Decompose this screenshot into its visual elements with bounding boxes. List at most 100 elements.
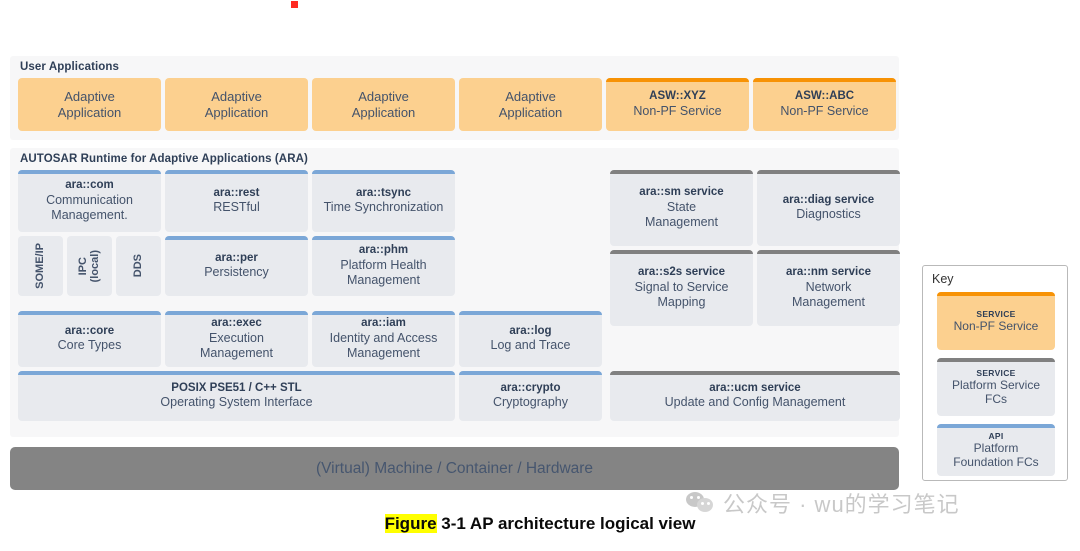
hardware-layer-label: (Virtual) Machine / Container / Hardware [315, 459, 594, 477]
nonpf-accent-bar [753, 78, 896, 82]
key-item-kind: API [988, 430, 1004, 441]
key-item-non-pf-service: SERVICE Non-PF Service [937, 292, 1055, 350]
app-box-adaptive-application: Adaptive Application [18, 78, 161, 131]
box-subtitle-line: Management [347, 345, 420, 360]
box-subtitle-line: Non-PF Service [633, 103, 722, 118]
box-title: ara::ucm service [709, 381, 801, 394]
ara-box-ara-exec: ara::exec Execution Management [165, 311, 308, 367]
api-accent-bar [459, 371, 602, 375]
api-accent-bar [165, 236, 308, 240]
box-title: ASW::XYZ [649, 90, 706, 103]
ara-box-dds: DDS [116, 236, 161, 296]
box-subtitle-line: Management [792, 294, 865, 309]
key-item-kind: SERVICE [976, 367, 1016, 378]
service-accent-bar [610, 371, 900, 375]
key-legend-title: Key [932, 272, 954, 286]
box-subtitle-line: Persistency [204, 265, 269, 280]
ara-box-ara-iam: ara::iam Identity and Access Management [312, 311, 455, 367]
box-subtitle-line: Signal to Service [634, 280, 729, 295]
box-title: ara::core [64, 324, 115, 337]
box-subtitle-line: Adaptive [505, 89, 556, 105]
box-subtitle-line: Network [805, 280, 852, 295]
box-subtitle-line: Cryptography [492, 395, 569, 410]
key-item-kind: SERVICE [976, 308, 1016, 319]
key-legend: Key SERVICE Non-PF Service SERVICE Platform… [922, 265, 1068, 481]
box-subtitle-line: Management [200, 345, 273, 360]
ara-box-ara-ucm-service: ara::ucm service Update and Config Manage… [610, 371, 900, 421]
ara-box-ara-diag-service: ara::diag service Diagnostics [757, 170, 900, 246]
box-subtitle-line: Time Synchronization [323, 200, 444, 215]
api-accent-bar [18, 170, 161, 174]
app-box-adaptive-application: Adaptive Application [165, 78, 308, 131]
box-title: POSIX PSE51 / C++ STL [171, 381, 302, 394]
box-title: IPC (local) [77, 249, 102, 283]
architecture-diagram: User Applications AUTOSAR Runtime for Ad… [10, 56, 900, 437]
key-item-label-line: FCs [985, 392, 1007, 407]
service-accent-bar [610, 170, 753, 174]
ara-box-ara-phm: ara::phm Platform Health Management [312, 236, 455, 296]
app-box-asw-xyz: ASW::XYZ Non-PF Service [606, 78, 749, 131]
service-accent-bar [610, 250, 753, 254]
app-box-adaptive-application: Adaptive Application [459, 78, 602, 131]
ara-box-ara-rest: ara::rest RESTful [165, 170, 308, 232]
box-subtitle-line: Management [645, 214, 718, 229]
ara-box-ara-log: ara::log Log and Trace [459, 311, 602, 367]
box-subtitle-line: Core Types [57, 338, 122, 353]
nonpf-accent-bar [606, 78, 749, 82]
hardware-layer-bar: (Virtual) Machine / Container / Hardware [10, 447, 899, 490]
box-title: ara::iam [361, 317, 406, 330]
box-title: ara::tsync [356, 186, 411, 199]
box-subtitle-line: RESTful [213, 200, 260, 215]
box-subtitle-line: Management [347, 272, 420, 287]
box-title: ara::diag service [782, 193, 875, 206]
ara-box-ipc-local: IPC (local) [67, 236, 112, 296]
box-subtitle-line: Management. [51, 207, 128, 222]
api-accent-bar [18, 371, 455, 375]
key-item-label-line: Non-PF Service [953, 318, 1039, 333]
box-title: ara::crypto [500, 381, 561, 394]
ara-box-ara-nm-service: ara::nm service Network Management [757, 250, 900, 326]
app-box-adaptive-application: Adaptive Application [312, 78, 455, 131]
box-title: ara::log [509, 324, 552, 337]
box-title: ara::rest [213, 186, 260, 199]
ara-box-ara-tsync: ara::tsync Time Synchronization [312, 170, 455, 232]
box-title: ara::nm service [785, 266, 872, 279]
key-item-label-line: Foundation FCs [953, 455, 1039, 470]
box-title: ara::exec [211, 317, 262, 330]
key-item-platform-service-fcs: SERVICE Platform Service FCs [937, 358, 1055, 416]
api-accent-bar [18, 311, 161, 315]
box-subtitle-line: Application [57, 104, 122, 120]
ara-box-ara-per: ara::per Persistency [165, 236, 308, 296]
red-artifact-mark [291, 1, 298, 8]
api-accent-bar [312, 236, 455, 240]
figure-caption-rest: 3-1 AP architecture logical view [436, 514, 696, 533]
ara-box-ara-crypto: ara::crypto Cryptography [459, 371, 602, 421]
api-accent-bar [165, 311, 308, 315]
ara-title: AUTOSAR Runtime for Adaptive Application… [20, 153, 308, 165]
ara-box-posix-pse51-c-stl: POSIX PSE51 / C++ STL Operating System In… [18, 371, 455, 421]
api-accent-bar [937, 424, 1055, 428]
ara-box-ara-core: ara::core Core Types [18, 311, 161, 367]
wechat-icon [686, 491, 716, 515]
ara-box-ara-sm-service: ara::sm service State Management [610, 170, 753, 246]
box-title: ASW::ABC [794, 90, 855, 103]
box-subtitle-line: Execution [209, 331, 264, 346]
user-applications-title: User Applications [20, 61, 120, 73]
key-item-label-line: Platform Service [951, 377, 1041, 392]
ara-box-some-ip: SOME/IP [18, 236, 63, 296]
box-subtitle-line: Log and Trace [490, 338, 571, 353]
box-subtitle-line: Communication [46, 193, 133, 208]
api-accent-bar [312, 311, 455, 315]
ara-box-ara-s2s-service: ara::s2s service Signal to Service Mapping [610, 250, 753, 326]
api-accent-bar [165, 170, 308, 174]
box-subtitle-line: Adaptive [64, 89, 115, 105]
box-subtitle-line: Adaptive [211, 89, 262, 105]
key-item-label-line: Platform [973, 440, 1019, 455]
box-subtitle-line: Application [351, 104, 416, 120]
box-title: ara::phm [358, 244, 409, 257]
box-subtitle-line: Update and Config Management [664, 395, 846, 410]
box-title: ara::com [65, 179, 114, 192]
box-subtitle-line: Operating System Interface [160, 395, 313, 410]
box-subtitle-line: Platform Health [340, 258, 427, 273]
box-title: ara::sm service [639, 186, 724, 199]
